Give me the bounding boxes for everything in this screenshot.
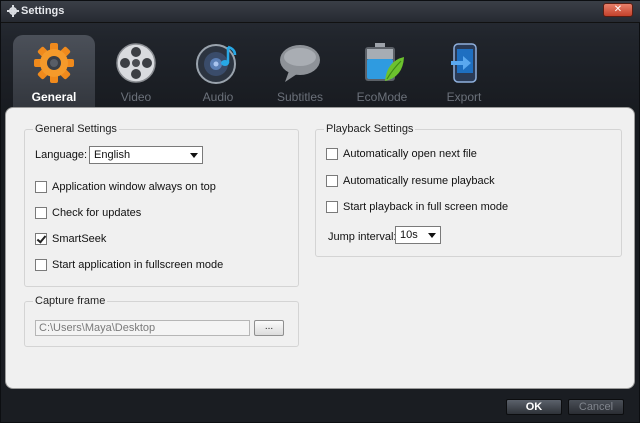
option-auto-resume[interactable]: Automatically resume playback <box>326 175 495 187</box>
language-select[interactable]: English <box>89 146 203 164</box>
ok-button[interactable]: OK <box>506 399 562 415</box>
option-label: Automatically open next file <box>343 148 477 160</box>
option-auto-open-next[interactable]: Automatically open next file <box>326 148 477 160</box>
settings-window: Settings ✕ General Video Audio Subtitles… <box>0 0 640 423</box>
option-label: Check for updates <box>52 207 142 219</box>
tab-label: Video <box>120 90 152 104</box>
checkbox[interactable] <box>326 148 338 160</box>
jump-interval-label: Jump interval: <box>328 231 397 243</box>
chevron-down-icon <box>190 153 198 158</box>
tab-label: EcoMode <box>356 90 408 104</box>
tab-export[interactable]: Export <box>423 35 505 107</box>
group-title: Capture frame <box>33 295 108 307</box>
option-label: Application window always on top <box>52 181 216 193</box>
tab-label: General <box>31 90 77 104</box>
browse-button[interactable]: ... <box>254 320 284 336</box>
checkbox[interactable] <box>326 175 338 187</box>
language-value: English <box>94 149 131 161</box>
title-bar[interactable]: Settings ✕ <box>1 1 640 23</box>
jump-interval-value: 10s <box>400 229 418 241</box>
checkbox[interactable] <box>35 207 47 219</box>
browse-label: ... <box>264 321 274 332</box>
window-title: Settings <box>21 5 65 17</box>
checkbox[interactable] <box>326 201 338 213</box>
gear-icon <box>7 5 19 17</box>
option-label: Start playback in full screen mode <box>343 201 509 213</box>
jump-interval-select[interactable]: 10s <box>395 226 441 244</box>
checkbox[interactable] <box>35 181 47 193</box>
chevron-down-icon <box>428 233 436 238</box>
language-label: Language: <box>35 149 87 161</box>
option-start-fullscreen[interactable]: Start application in fullscreen mode <box>35 259 223 271</box>
speech-bubble-icon <box>280 45 320 82</box>
option-check-updates[interactable]: Check for updates <box>35 207 141 219</box>
capture-frame-group: Capture frame C:\Users\Maya\Desktop ... <box>24 295 299 347</box>
option-label: Automatically resume playback <box>343 175 495 187</box>
option-smartseek[interactable]: SmartSeek <box>35 233 106 245</box>
group-title: General Settings <box>33 123 119 135</box>
checkbox[interactable] <box>35 233 47 245</box>
tab-audio[interactable]: Audio <box>177 35 259 107</box>
group-title: Playback Settings <box>324 123 416 135</box>
tab-video[interactable]: Video <box>95 35 177 107</box>
settings-panel: General Settings Language: English Appli… <box>5 107 635 389</box>
close-button[interactable]: ✕ <box>603 3 633 17</box>
cancel-button[interactable]: Cancel <box>568 399 624 415</box>
playback-settings-group: Playback Settings Automatically open nex… <box>315 123 622 257</box>
option-label: SmartSeek <box>52 233 107 245</box>
tab-ecomode[interactable]: EcoMode <box>341 35 423 107</box>
battery-leaf-icon <box>365 43 404 81</box>
capture-path-value: C:\Users\Maya\Desktop <box>39 322 156 334</box>
tab-label: Subtitles <box>276 90 324 104</box>
gear-icon <box>34 43 74 83</box>
tab-subtitles[interactable]: Subtitles <box>259 35 341 107</box>
export-device-icon <box>451 43 477 83</box>
general-settings-group: General Settings Language: English Appli… <box>24 123 299 287</box>
tab-label: Export <box>446 90 482 104</box>
film-reel-icon <box>116 43 156 83</box>
checkbox[interactable] <box>35 259 47 271</box>
option-playback-fullscreen[interactable]: Start playback in full screen mode <box>326 201 508 213</box>
close-icon: ✕ <box>613 4 623 15</box>
tab-general[interactable]: General <box>13 35 95 107</box>
capture-path-input[interactable]: C:\Users\Maya\Desktop <box>35 320 250 336</box>
tab-bar: General Video Audio Subtitles EcoMode Ex… <box>13 35 493 107</box>
tab-label: Audio <box>202 90 234 104</box>
speaker-note-icon <box>196 44 237 84</box>
option-label: Start application in fullscreen mode <box>52 259 224 271</box>
option-always-on-top[interactable]: Application window always on top <box>35 181 216 193</box>
